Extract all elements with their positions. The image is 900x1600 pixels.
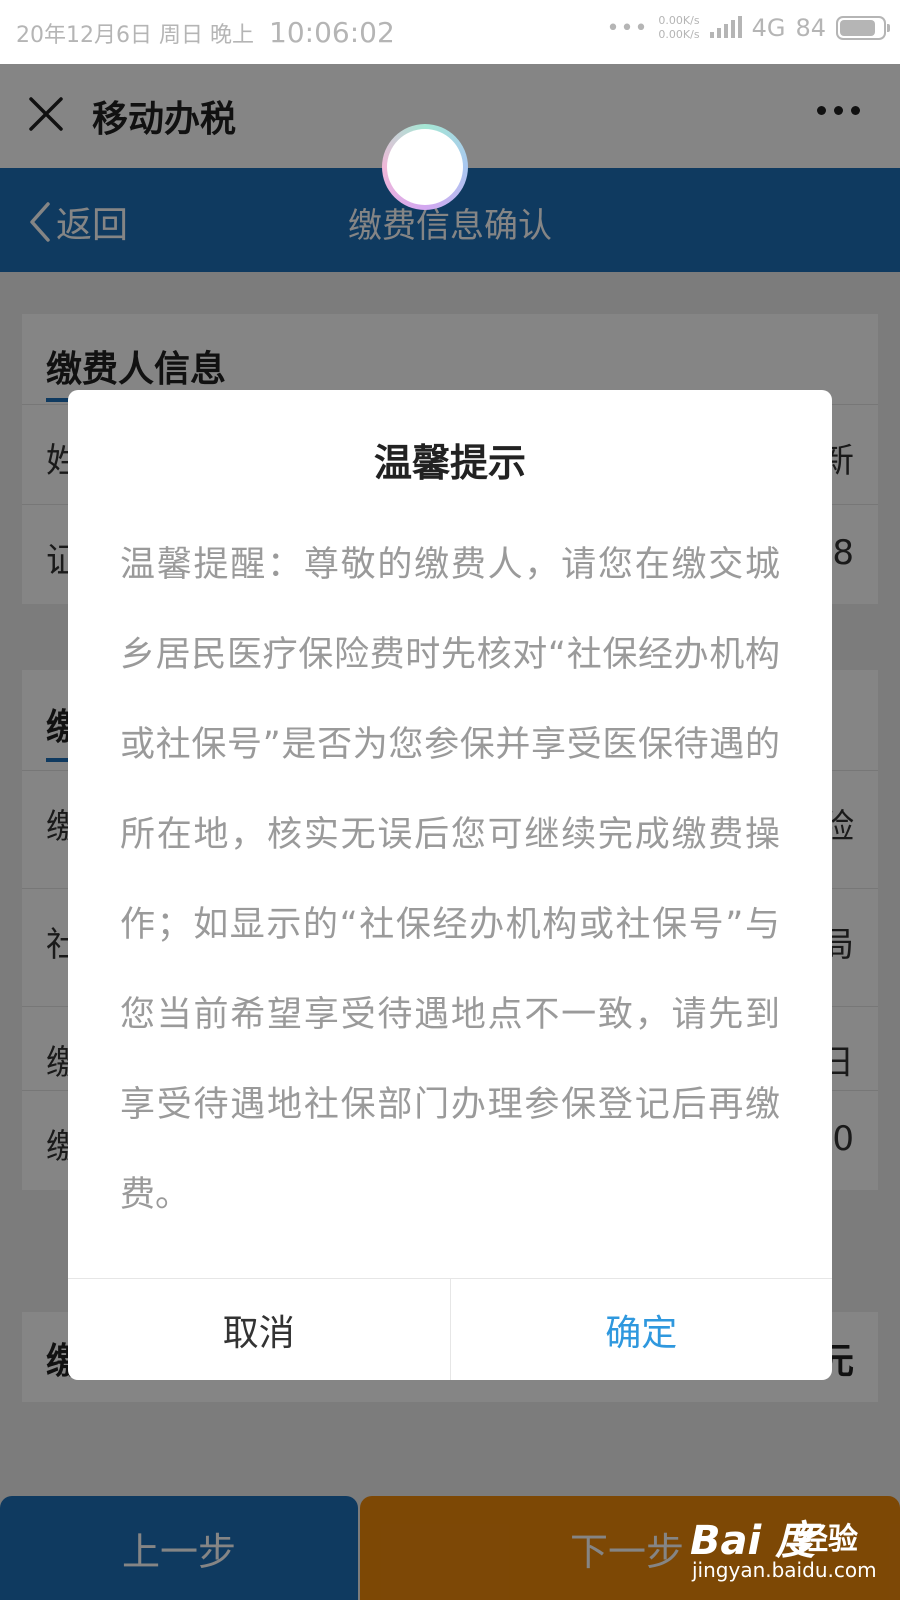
loading-spinner-icon — [382, 124, 468, 210]
signal-icon — [709, 16, 742, 38]
status-period: 晚上 — [210, 23, 255, 48]
confirm-button[interactable]: 确定 — [451, 1279, 833, 1380]
reminder-dialog: 温馨提示 温馨提醒：尊敬的缴费人，请您在缴交城乡居民医疗保险费时先核对“社保经办… — [68, 390, 832, 1380]
battery-fill — [840, 20, 876, 36]
status-datetime: 20年12月6日 周日 晚上 10:06:02 — [16, 16, 395, 49]
network-type: 4G — [751, 14, 786, 42]
status-bar: 20年12月6日 周日 晚上 10:06:02 ••• 0.00K/s 0.00… — [0, 0, 900, 64]
battery-icon — [836, 16, 890, 40]
watermark-url: jingyan.baidu.com — [692, 1558, 877, 1582]
dialog-title: 温馨提示 — [373, 441, 526, 485]
speed-down: 0.00K/s — [658, 28, 700, 41]
status-date: 20年12月6日 — [16, 23, 152, 48]
dialog-message: 温馨提醒：尊敬的缴费人，请您在缴交城乡居民医疗保险费时先核对“社保经办机构或社保… — [120, 545, 780, 1215]
more-dots-icon: ••• — [606, 15, 649, 41]
dialog-actions: 取消 确定 — [68, 1278, 832, 1380]
status-time: 10:06:02 — [269, 16, 395, 49]
status-weekday: 周日 — [159, 23, 204, 48]
baidu-jingyan-watermark: Bai 度 经验 jingyan.baidu.com — [690, 1498, 890, 1598]
speed-up: 0.00K/s — [658, 14, 700, 27]
cancel-button[interactable]: 取消 — [68, 1279, 451, 1380]
watermark-logo-suffix: 经验 — [798, 1522, 858, 1557]
status-indicators: ••• 0.00K/s 0.00K/s 4G 84 — [606, 14, 890, 42]
network-speed: 0.00K/s 0.00K/s — [658, 14, 699, 42]
battery-level: 84 — [795, 14, 826, 42]
